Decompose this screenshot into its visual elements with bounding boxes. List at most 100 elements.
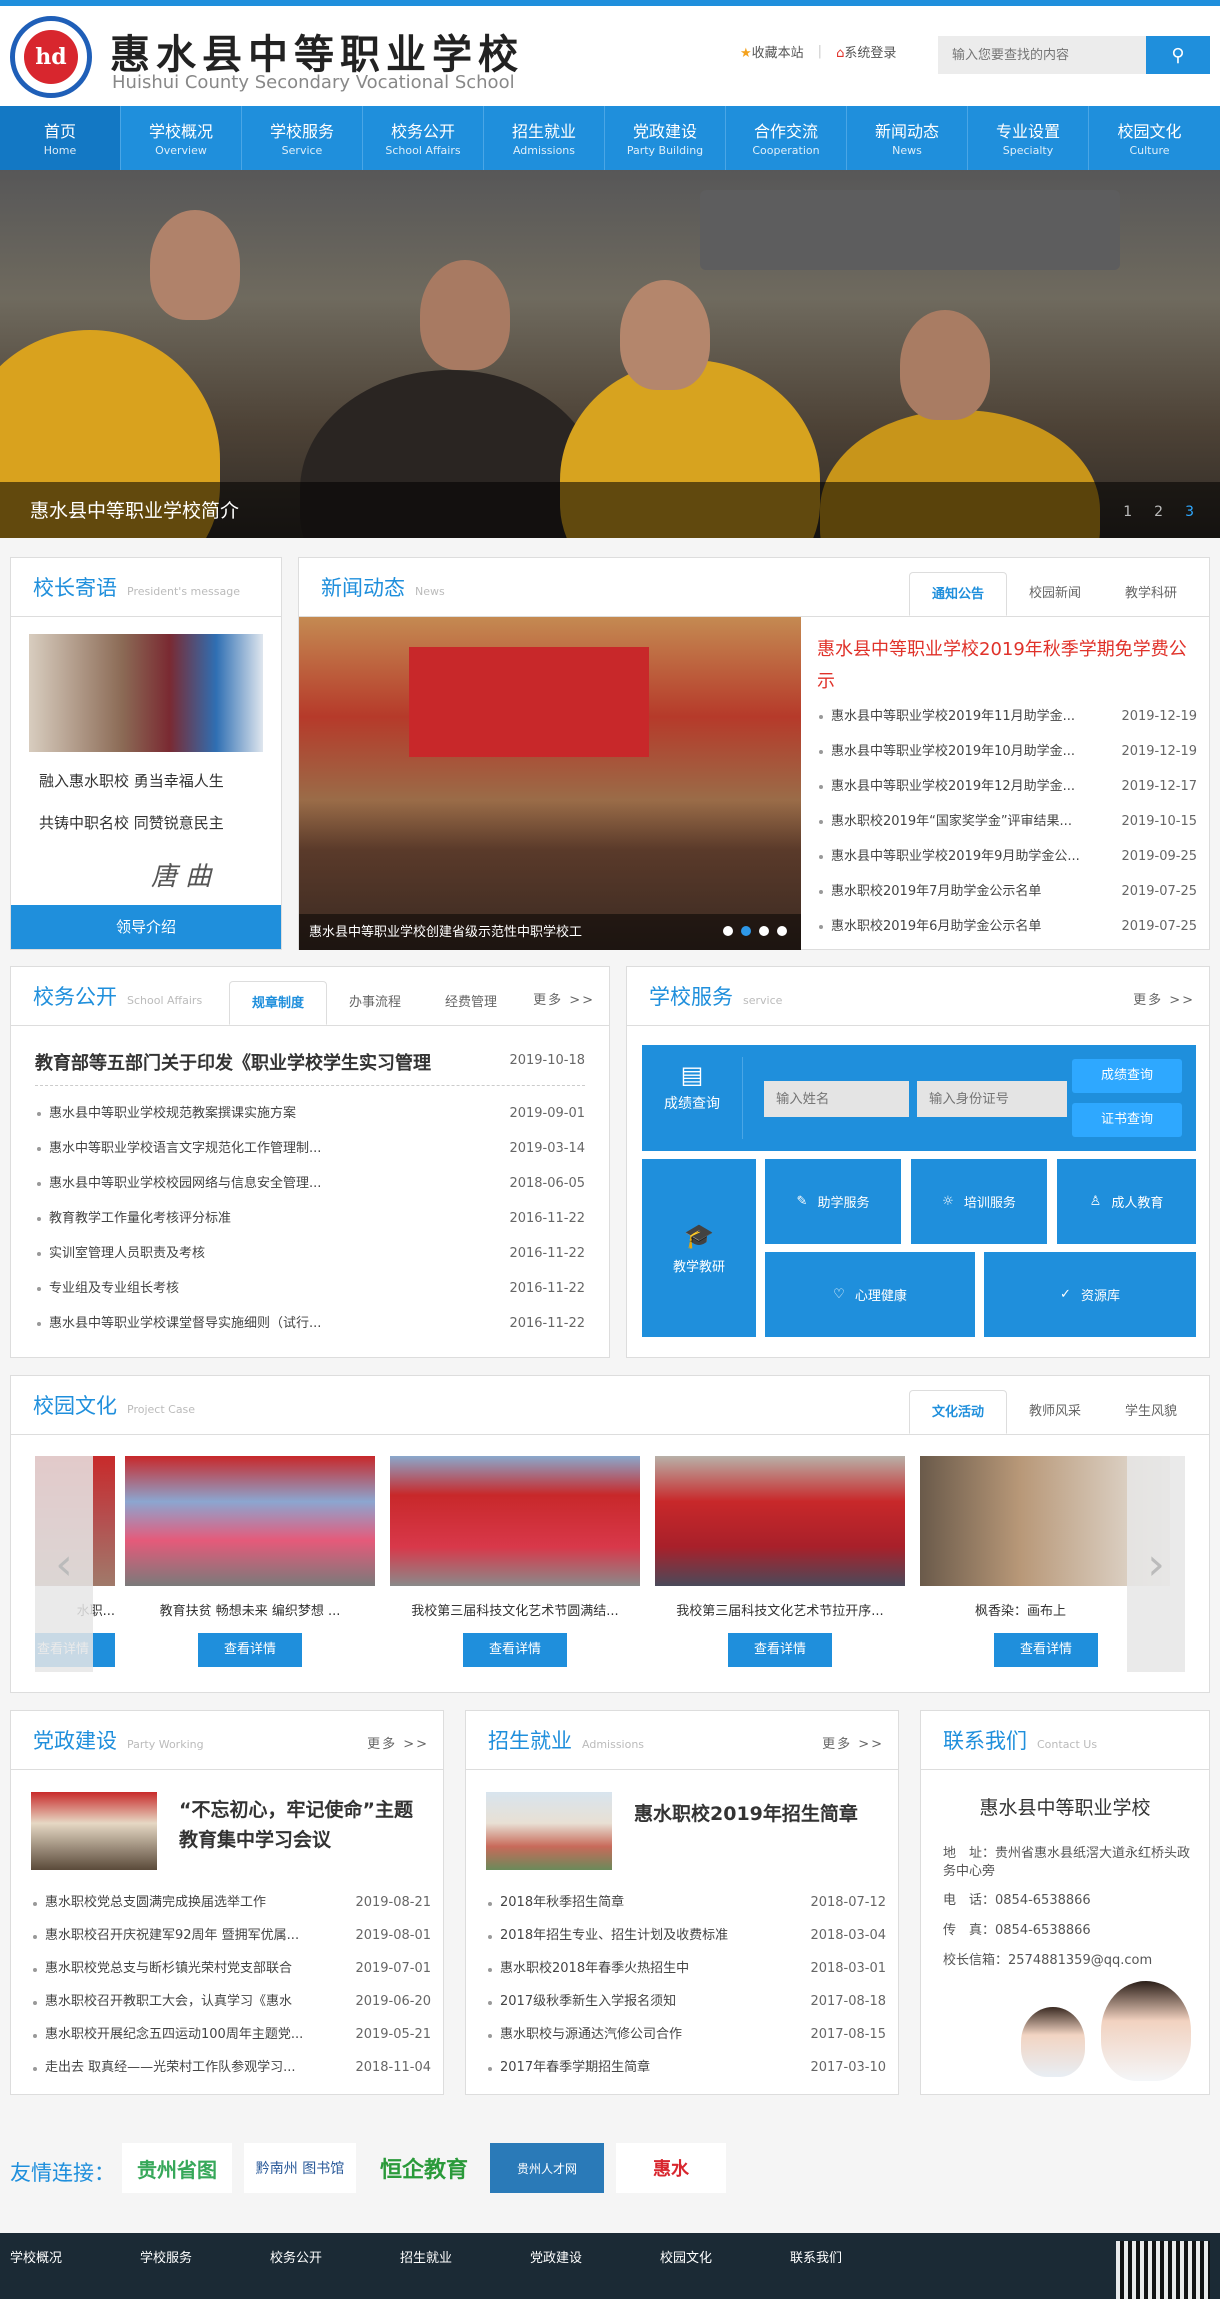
list-item[interactable]: 惠水县中等职业学校2019年11月助学金... 2019-12-19 <box>817 699 1197 734</box>
nav-specialty[interactable]: 专业设置 Specialty <box>968 106 1089 170</box>
view-detail-button[interactable]: 查看详情 <box>198 1633 302 1667</box>
nav-cooperation[interactable]: 合作交流 Cooperation <box>726 106 847 170</box>
grade-query-button[interactable]: 成绩查询 <box>1072 1059 1182 1093</box>
carousel-prev-button[interactable]: ‹ <box>35 1456 93 1672</box>
list-item[interactable]: 专业组及专业组长考核 2016-11-22 <box>35 1271 585 1306</box>
banner-caption[interactable]: 惠水县中等职业学校简介 <box>0 482 1220 538</box>
admission-photo[interactable] <box>486 1792 612 1870</box>
nav-school-affairs[interactable]: 校务公开 School Affairs <box>363 106 484 170</box>
name-input[interactable] <box>764 1081 909 1117</box>
party-more-link[interactable]: 更多 >> <box>367 1733 429 1752</box>
culture-card[interactable]: 教育扶贫 畅想未来 编织梦想 ... 查看详情 <box>125 1456 375 1667</box>
tab-teaching-research[interactable]: 教学科研 <box>1103 572 1199 616</box>
nav-news[interactable]: 新闻动态 News <box>847 106 968 170</box>
resource-library-tile[interactable]: ✓ 资源库 <box>984 1252 1196 1337</box>
teaching-research-tile[interactable]: 🎓 教学教研 <box>642 1159 756 1337</box>
admission-more-link[interactable]: 更多 >> <box>822 1733 884 1752</box>
list-item[interactable]: 惠水县中等职业学校课堂督导实施细则（试行... 2016-11-22 <box>35 1306 585 1341</box>
list-item[interactable]: 惠水中等职业学校语言文字规范化工作管理制... 2019-03-14 <box>35 1131 585 1166</box>
student-aid-tile[interactable]: ✎ 助学服务 <box>765 1159 901 1244</box>
banner-page-3[interactable]: 3 <box>1185 504 1194 520</box>
friend-link[interactable]: 贵州人才网 <box>490 2143 604 2193</box>
nav-overview[interactable]: 学校概况 Overview <box>121 106 242 170</box>
party-headline[interactable]: “不忘初心，牢记使命”主题教育集中学习会议 <box>179 1795 429 1855</box>
list-item[interactable]: 走出去 取真经——光荣村工作队参观学习... 2018-11-04 <box>31 2051 431 2084</box>
tab-regulations[interactable]: 规章制度 <box>228 981 327 1025</box>
list-item[interactable]: 2018年秋季招生简章 2018-07-12 <box>486 1886 886 1919</box>
carousel-next-button[interactable]: › <box>1127 1456 1185 1672</box>
tab-campus-news[interactable]: 校园新闻 <box>1007 572 1103 616</box>
tab-funds[interactable]: 经费管理 <box>423 981 519 1025</box>
service-more-link[interactable]: 更多 >> <box>1133 989 1195 1008</box>
news-photo[interactable]: 惠水县中等职业学校创建省级示范性中职学校工 <box>299 617 801 950</box>
banner-page-1[interactable]: 1 <box>1123 504 1132 520</box>
view-detail-button[interactable]: 查看详情 <box>994 1633 1098 1667</box>
nav-service[interactable]: 学校服务 Service <box>242 106 363 170</box>
list-item[interactable]: 惠水县中等职业学校校园网络与信息安全管理... 2018-06-05 <box>35 1166 585 1201</box>
list-item[interactable]: 惠水职校开展纪念五四运动100周年主题党... 2019-05-21 <box>31 2018 431 2051</box>
tab-teacher-style[interactable]: 教师风采 <box>1007 1390 1103 1434</box>
list-item[interactable]: 惠水职校2019年7月助学金公示名单 2019-07-25 <box>817 874 1197 909</box>
footer-link[interactable]: 学校概况 <box>10 2247 140 2266</box>
friend-link[interactable]: 惠水 <box>616 2143 726 2193</box>
mental-health-tile[interactable]: ♡ 心理健康 <box>765 1252 975 1337</box>
footer-link[interactable]: 党政建设 <box>530 2247 660 2266</box>
footer-link[interactable]: 学校服务 <box>140 2247 270 2266</box>
leader-intro-button[interactable]: 领导介绍 <box>11 905 281 949</box>
culture-card[interactable]: 我校第三届科技文化艺术节拉开序... 查看详情 <box>655 1456 905 1667</box>
certificate-query-button[interactable]: 证书查询 <box>1072 1103 1182 1137</box>
friend-link[interactable]: 黔南州 图书馆 <box>244 2143 356 2193</box>
login-link[interactable]: ⌂系统登录 <box>836 42 896 61</box>
list-item[interactable]: 惠水县中等职业学校规范教案撰课实施方案 2019-09-01 <box>35 1096 585 1131</box>
list-item[interactable]: 惠水职校召开教职工大会，认真学习《惠水 2019-06-20 <box>31 1985 431 2018</box>
friend-link[interactable]: 贵州省图 <box>122 2143 232 2193</box>
list-item[interactable]: 惠水职校与源通达汽修公司合作 2017-08-15 <box>486 2018 886 2051</box>
id-number-input[interactable] <box>917 1081 1067 1117</box>
list-item[interactable]: 惠水县中等职业学校2019年9月助学金公... 2019-09-25 <box>817 839 1197 874</box>
hero-banner[interactable]: 惠水县中等职业学校简介 1 2 3 <box>0 170 1220 538</box>
banner-page-2[interactable]: 2 <box>1154 504 1163 520</box>
list-item[interactable]: 2017年春季学期招生简章 2017-03-10 <box>486 2051 886 2084</box>
tab-student-style[interactable]: 学生风貌 <box>1103 1390 1199 1434</box>
search-button[interactable]: ⚲ <box>1146 36 1210 74</box>
nav-culture[interactable]: 校园文化 Culture <box>1089 106 1210 170</box>
tab-cultural-activities[interactable]: 文化活动 <box>908 1390 1007 1434</box>
news-headline[interactable]: 惠水县中等职业学校2019年秋季学期免学费公示 <box>817 634 1197 698</box>
view-detail-button[interactable]: 查看详情 <box>463 1633 567 1667</box>
slide-dot[interactable] <box>723 926 733 936</box>
slide-dot[interactable] <box>759 926 769 936</box>
list-item[interactable]: 惠水职校2018年春季火热招生中 2018-03-01 <box>486 1952 886 1985</box>
list-item[interactable]: 惠水县中等职业学校2019年12月助学金... 2019-12-17 <box>817 769 1197 804</box>
footer-link[interactable]: 联系我们 <box>790 2247 920 2266</box>
tab-procedures[interactable]: 办事流程 <box>327 981 423 1025</box>
culture-card[interactable]: 我校第三届科技文化艺术节圆满结... 查看详情 <box>390 1456 640 1667</box>
list-item[interactable]: 惠水职校党总支与断杉镇光荣村党支部联合 2019-07-01 <box>31 1952 431 1985</box>
bookmark-link[interactable]: ★收藏本站 <box>740 42 804 61</box>
search-input[interactable] <box>938 36 1146 74</box>
nav-party-building[interactable]: 党政建设 Party Building <box>605 106 726 170</box>
list-item[interactable]: 惠水职校召开庆祝建军92周年 暨拥军优属... 2019-08-01 <box>31 1919 431 1952</box>
nav-home[interactable]: 首页 Home <box>0 106 121 170</box>
list-item[interactable]: 2017级秋季新生入学报名须知 2017-08-18 <box>486 1985 886 2018</box>
affairs-more-link[interactable]: 更多 >> <box>533 989 595 1008</box>
footer-link[interactable]: 校园文化 <box>660 2247 790 2266</box>
slide-dot[interactable] <box>777 926 787 936</box>
list-item[interactable]: 惠水职校2019年6月助学金公示名单 2019-07-25 <box>817 909 1197 944</box>
footer-link[interactable]: 招生就业 <box>400 2247 530 2266</box>
list-item[interactable]: 实训室管理人员职责及考核 2016-11-22 <box>35 1236 585 1271</box>
list-item[interactable]: 惠水职校2019年“国家奖学金”评审结果... 2019-10-15 <box>817 804 1197 839</box>
adult-education-tile[interactable]: ♙ 成人教育 <box>1057 1159 1196 1244</box>
list-item[interactable]: 惠水县中等职业学校2019年10月助学金... 2019-12-19 <box>817 734 1197 769</box>
slide-dot[interactable] <box>741 926 751 936</box>
school-logo[interactable]: hd <box>10 16 92 98</box>
footer-link[interactable]: 校务公开 <box>270 2247 400 2266</box>
list-item[interactable]: 教育教学工作量化考核评分标准 2016-11-22 <box>35 1201 585 1236</box>
nav-admissions[interactable]: 招生就业 Admissions <box>484 106 605 170</box>
list-item[interactable]: 2018年招生专业、招生计划及收费标准 2018-03-04 <box>486 1919 886 1952</box>
friend-link[interactable]: 恒企教育 <box>368 2143 480 2193</box>
view-detail-button[interactable]: 查看详情 <box>728 1633 832 1667</box>
training-tile[interactable]: ☼ 培训服务 <box>911 1159 1047 1244</box>
admission-headline[interactable]: 惠水职校2019年招生简章 <box>634 1799 884 1826</box>
list-item[interactable]: 惠水职校党总支圆满完成换届选举工作 2019-08-21 <box>31 1886 431 1919</box>
affairs-headline[interactable]: 教育部等五部门关于印发《职业学校学生实习管理 <box>35 1049 475 1075</box>
